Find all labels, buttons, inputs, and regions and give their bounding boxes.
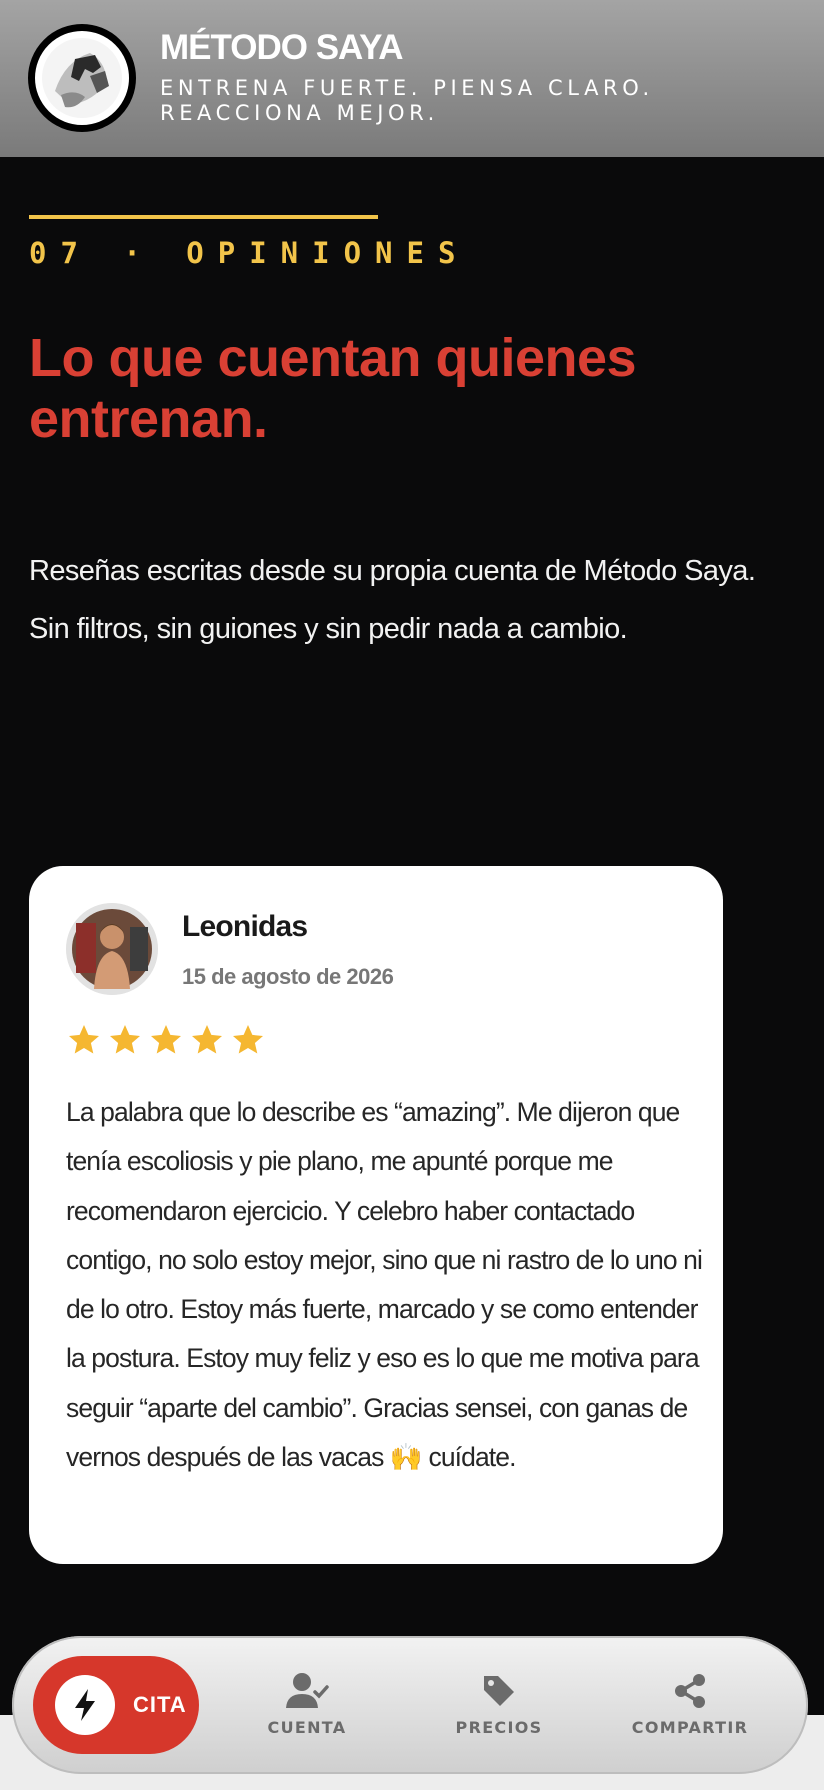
nav-item-compartir[interactable]: COMPARTIR bbox=[615, 1672, 765, 1742]
section-divider bbox=[29, 215, 378, 219]
section-kicker: 07 · OPINIONES bbox=[29, 236, 470, 270]
nav-label-precios: PRECIOS bbox=[455, 1718, 543, 1737]
cita-label: CITA bbox=[133, 1692, 187, 1717]
cita-button[interactable]: CITA bbox=[33, 1656, 199, 1754]
bottom-nav: CITA CUENTA PRECIOS COMPARTIR bbox=[12, 1636, 808, 1774]
brand-title: MÉTODO SAYA bbox=[160, 28, 404, 67]
bolt-icon bbox=[55, 1675, 115, 1735]
star-icon bbox=[151, 1025, 181, 1054]
tag-icon bbox=[484, 1676, 514, 1706]
star-icon bbox=[192, 1025, 222, 1054]
nav-item-precios[interactable]: PRECIOS bbox=[424, 1672, 574, 1742]
brand-tagline: ENTRENA FUERTE. PIENSA CLARO. REACCIONA … bbox=[160, 76, 654, 125]
app-header: MÉTODO SAYA ENTRENA FUERTE. PIENSA CLARO… bbox=[0, 0, 824, 157]
reviewer-avatar bbox=[66, 903, 158, 995]
nav-item-cuenta[interactable]: CUENTA bbox=[232, 1672, 382, 1742]
star-icon bbox=[69, 1025, 99, 1054]
share-icon bbox=[675, 1674, 705, 1708]
section-intro: Reseñas escritas desde su propia cuenta … bbox=[29, 555, 756, 645]
review-text: La palabra que lo describe es “amazing”.… bbox=[66, 1097, 703, 1473]
star-icon bbox=[110, 1025, 140, 1054]
reviewer-name: Leonidas bbox=[182, 910, 308, 943]
section-headline: Lo que cuentan quienes entrenan. bbox=[29, 328, 637, 449]
nav-label-cuenta: CUENTA bbox=[267, 1718, 347, 1737]
brand-logo[interactable] bbox=[28, 24, 136, 132]
nav-label-compartir: COMPARTIR bbox=[631, 1718, 749, 1737]
review-date: 15 de agosto de 2026 bbox=[182, 964, 394, 989]
review-card: Leonidas 15 de agosto de 2026 La palabra… bbox=[29, 866, 723, 1564]
user-check-icon bbox=[286, 1673, 329, 1708]
star-rating bbox=[66, 1022, 266, 1060]
star-icon bbox=[233, 1025, 263, 1054]
